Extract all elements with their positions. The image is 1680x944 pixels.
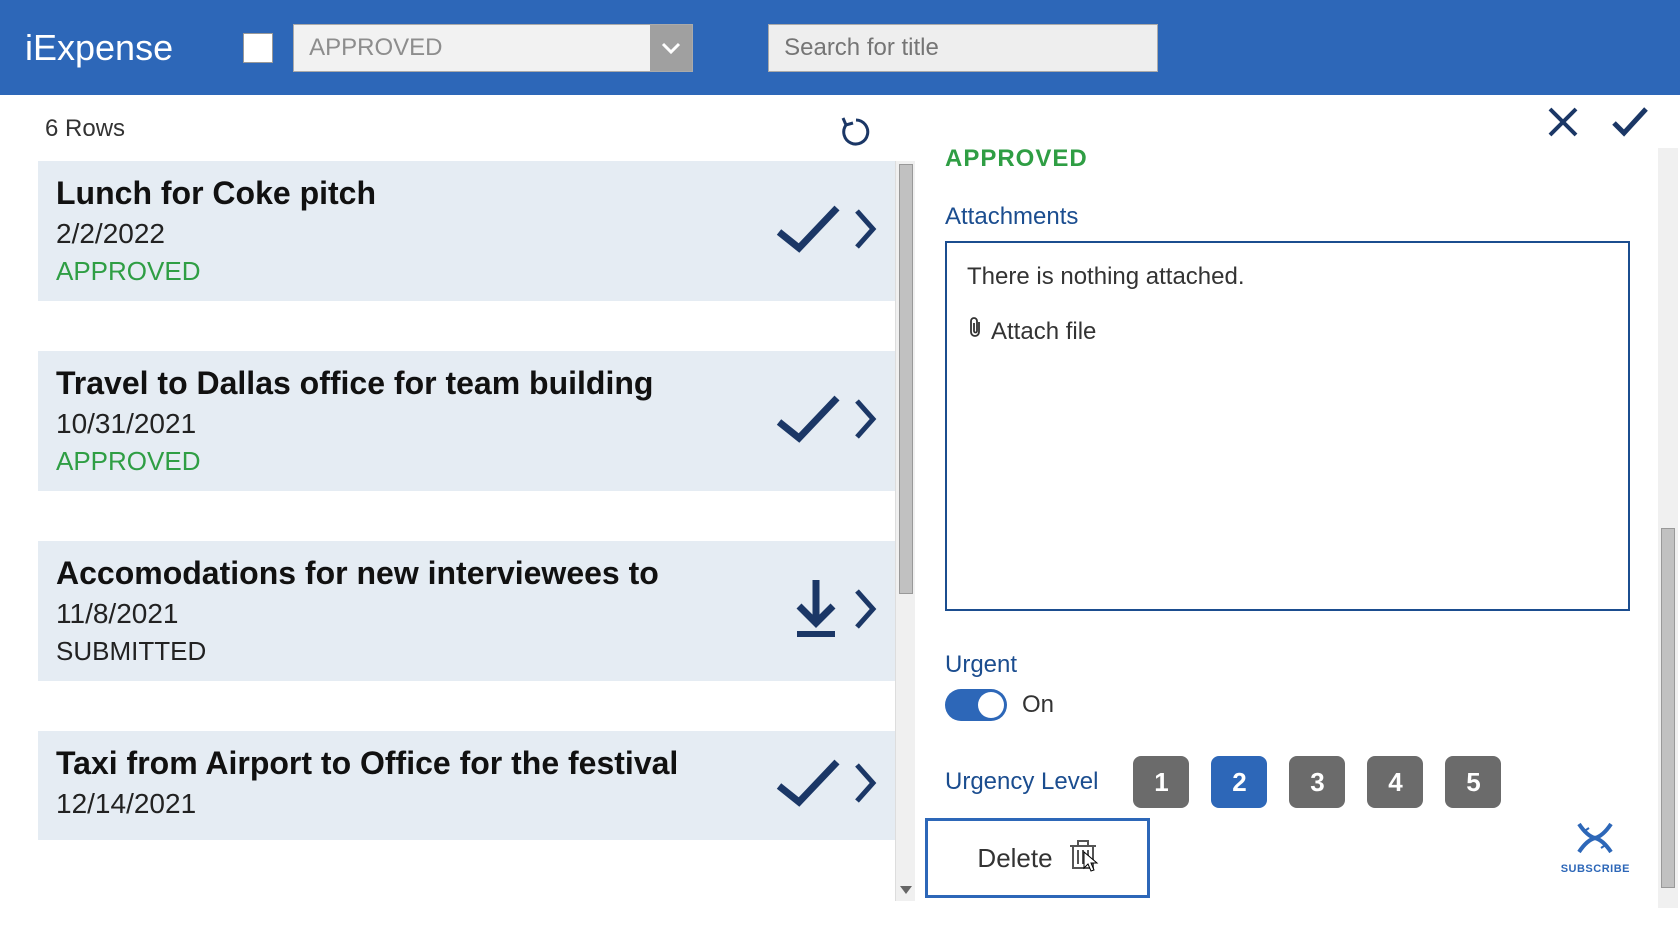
attach-file-label: Attach file [991,318,1096,346]
rows-count-label: 6 Rows [0,115,915,143]
list-item-date: 2/2/2022 [56,218,376,250]
attachments-label: Attachments [945,203,1630,231]
paperclip-icon [967,316,983,347]
list-item-status: APPROVED [56,256,376,287]
list-scrollbar[interactable] [895,161,915,901]
urgency-level-4[interactable]: 4 [1367,756,1423,808]
list-item[interactable]: Taxi from Airport to Office for the fest… [38,731,895,840]
urgency-level-1[interactable]: 1 [1133,756,1189,808]
urgency-level-2[interactable]: 2 [1211,756,1267,808]
subscribe-label: SUBSCRIBE [1561,863,1630,875]
filter-checkbox[interactable] [243,33,273,63]
app-title: iExpense [25,27,173,69]
attachments-box[interactable]: There is nothing attached. Attach file [945,241,1630,611]
delete-label: Delete [977,843,1052,874]
subscribe-badge[interactable]: SUBSCRIBE [1561,818,1630,875]
list-scrollbar-thumb[interactable] [899,164,913,594]
urgent-toggle[interactable] [945,689,1007,721]
list-item-title: Lunch for Coke pitch [56,175,376,212]
app-header: iExpense APPROVED [0,0,1680,95]
attachments-empty-text: There is nothing attached. [967,263,1608,291]
list-pane: 6 Rows Lunch for Coke pitch 2/2/2022 APPRO… [0,95,915,944]
urgent-state-label: On [1022,691,1054,719]
filter-select[interactable]: APPROVED [293,24,693,72]
list-item-title: Taxi from Airport to Office for the fest… [56,745,678,782]
urgency-level-5[interactable]: 5 [1445,756,1501,808]
urgency-level-label: Urgency Level [945,768,1098,796]
list-item-date: 11/8/2021 [56,598,659,630]
filter-select-value: APPROVED [294,34,650,62]
attach-file-button[interactable]: Attach file [967,316,1608,347]
chevron-right-icon[interactable] [853,207,877,256]
list-item-status: APPROVED [56,446,653,477]
check-icon [773,756,843,815]
detail-status: APPROVED [945,145,1630,173]
detail-pane: APPROVED Attachments There is nothing at… [915,95,1680,944]
trash-icon [1068,838,1098,879]
detail-scrollbar[interactable] [1658,148,1678,908]
list-item[interactable]: Lunch for Coke pitch 2/2/2022 APPROVED [38,161,895,301]
chevron-down-icon[interactable] [650,25,692,71]
check-icon [773,202,843,261]
chevron-right-icon[interactable] [853,397,877,446]
urgency-level-3[interactable]: 3 [1289,756,1345,808]
detail-scrollbar-thumb[interactable] [1661,528,1675,888]
chevron-right-icon[interactable] [853,587,877,636]
list-item-title: Accomodations for new interviewees to [56,555,659,592]
scroll-down-icon[interactable] [896,881,916,901]
list-item-title: Travel to Dallas office for team buildin… [56,365,653,402]
urgent-label: Urgent [945,651,1630,679]
check-icon [773,392,843,451]
chevron-right-icon[interactable] [853,761,877,810]
search-input[interactable] [768,24,1158,72]
refresh-icon[interactable] [839,115,873,154]
list-item[interactable]: Accomodations for new interviewees to 11/… [38,541,895,681]
list-item-date: 10/31/2021 [56,408,653,440]
download-icon [789,576,843,647]
list-item-status: SUBMITTED [56,636,659,667]
list-item[interactable]: Travel to Dallas office for team buildin… [38,351,895,491]
list-item-date: 12/14/2021 [56,788,678,820]
delete-button[interactable]: Delete [925,818,1150,898]
